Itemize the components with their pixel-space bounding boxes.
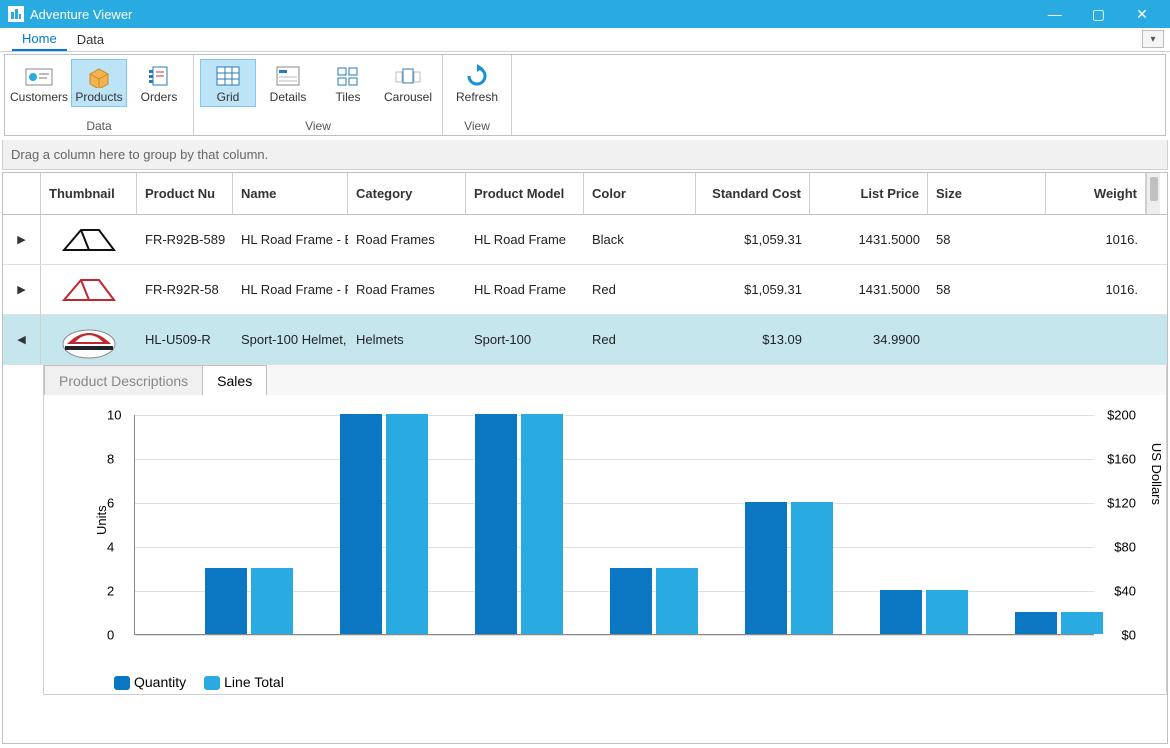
product-number-cell: HL-U509-R <box>137 315 233 364</box>
list-price-cell: 34.9900 <box>810 315 928 364</box>
category-cell: Road Frames <box>348 265 466 314</box>
ribbon-group-view: Grid Details Tiles Carousel View <box>194 55 443 135</box>
ribbon-customers-button[interactable]: Customers <box>11 59 67 107</box>
col-name[interactable]: Name <box>233 173 348 214</box>
ribbon-products-button[interactable]: Products <box>71 59 127 107</box>
window-titlebar: Adventure Viewer — ▢ ✕ <box>0 0 1170 28</box>
weight-cell: 1016. <box>1046 265 1146 314</box>
col-size[interactable]: Size <box>928 173 1046 214</box>
products-icon <box>81 62 117 90</box>
grid-header-row: Thumbnail Product Nu Name Category Produ… <box>3 173 1167 215</box>
model-cell: Sport-100 <box>466 315 584 364</box>
tab-data[interactable]: Data <box>67 28 114 51</box>
window-title: Adventure Viewer <box>30 7 1035 22</box>
ribbon-group-label-view: View <box>305 119 331 133</box>
col-standard-cost[interactable]: Standard Cost <box>696 173 810 214</box>
app-icon <box>8 6 24 22</box>
close-button[interactable]: ✕ <box>1122 6 1162 23</box>
table-row[interactable]: ▶ FR-R92B-589HL Road Frame - BRoad Frames… <box>3 215 1167 265</box>
color-cell: Red <box>584 315 696 364</box>
table-row[interactable]: ▶ FR-R92R-58HL Road Frame - RRoad FramesH… <box>3 265 1167 315</box>
weight-cell <box>1046 315 1146 364</box>
category-cell: Helmets <box>348 315 466 364</box>
thumbnail-cell <box>41 315 137 364</box>
product-number-cell: FR-R92R-58 <box>137 265 233 314</box>
weight-cell: 1016. <box>1046 215 1146 264</box>
size-cell: 58 <box>928 215 1046 264</box>
col-category[interactable]: Category <box>348 173 466 214</box>
ribbon-carousel-button[interactable]: Carousel <box>380 59 436 107</box>
row-detail-panel: Product Descriptions Sales Units US Doll… <box>43 365 1167 695</box>
thumbnail-cell <box>41 265 137 314</box>
sales-chart: Units US Dollars 0$02$404$806$1208$16010… <box>44 395 1166 694</box>
model-cell: HL Road Frame <box>466 215 584 264</box>
maximize-button[interactable]: ▢ <box>1078 6 1118 23</box>
minimize-button[interactable]: — <box>1035 6 1075 22</box>
legend-swatch-linetotal <box>204 676 220 690</box>
name-cell: HL Road Frame - R <box>233 265 348 314</box>
category-cell: Road Frames <box>348 215 466 264</box>
name-cell: HL Road Frame - B <box>233 215 348 264</box>
cost-cell: $1,059.31 <box>696 265 810 314</box>
col-list-price[interactable]: List Price <box>810 173 928 214</box>
ribbon-group-label-refresh: View <box>464 119 490 133</box>
row-expander[interactable]: ▶ <box>3 215 41 264</box>
col-thumbnail[interactable]: Thumbnail <box>41 173 137 214</box>
tab-product-descriptions[interactable]: Product Descriptions <box>44 365 203 395</box>
grid-icon <box>210 62 246 90</box>
ribbon-tiles-button[interactable]: Tiles <box>320 59 376 107</box>
model-cell: HL Road Frame <box>466 265 584 314</box>
list-price-cell: 1431.5000 <box>810 265 928 314</box>
refresh-icon <box>459 62 495 90</box>
table-row[interactable]: ◀ HL-U509-RSport-100 Helmet,HelmetsSport-… <box>3 315 1167 365</box>
customers-icon <box>21 62 57 90</box>
ribbon-group-refresh: Refresh View <box>443 55 512 135</box>
name-cell: Sport-100 Helmet, <box>233 315 348 364</box>
details-icon <box>270 62 306 90</box>
color-cell: Red <box>584 265 696 314</box>
carousel-icon <box>390 62 426 90</box>
main-tabstrip: Home Data ▾ <box>0 28 1170 52</box>
row-expander[interactable]: ◀ <box>3 315 41 364</box>
cost-cell: $1,059.31 <box>696 215 810 264</box>
ribbon-refresh-button[interactable]: Refresh <box>449 59 505 107</box>
vertical-scrollbar[interactable] <box>1146 173 1160 214</box>
legend-swatch-quantity <box>114 676 130 690</box>
tab-sales[interactable]: Sales <box>202 365 267 395</box>
ribbon-grid-button[interactable]: Grid <box>200 59 256 107</box>
product-number-cell: FR-R92B-589 <box>137 215 233 264</box>
tiles-icon <box>330 62 366 90</box>
color-cell: Black <box>584 215 696 264</box>
ribbon: Customers Products Orders Data Grid Deta… <box>4 54 1166 136</box>
ribbon-group-data: Customers Products Orders Data <box>5 55 194 135</box>
chart-legend: Quantity Line Total <box>114 674 284 690</box>
group-by-bar[interactable]: Drag a column here to group by that colu… <box>2 140 1168 170</box>
cost-cell: $13.09 <box>696 315 810 364</box>
thumbnail-cell <box>41 215 137 264</box>
ribbon-dropdown[interactable]: ▾ <box>1142 30 1164 48</box>
col-color[interactable]: Color <box>584 173 696 214</box>
col-product-number[interactable]: Product Nu <box>137 173 233 214</box>
tab-home[interactable]: Home <box>12 28 67 51</box>
orders-icon <box>141 62 177 90</box>
data-grid: Thumbnail Product Nu Name Category Produ… <box>2 172 1168 744</box>
y-axis-right-label: US Dollars <box>1149 443 1164 505</box>
list-price-cell: 1431.5000 <box>810 215 928 264</box>
size-cell: 58 <box>928 265 1046 314</box>
col-weight[interactable]: Weight <box>1046 173 1146 214</box>
expand-column-header <box>3 173 41 214</box>
size-cell <box>928 315 1046 364</box>
ribbon-details-button[interactable]: Details <box>260 59 316 107</box>
ribbon-orders-button[interactable]: Orders <box>131 59 187 107</box>
col-model[interactable]: Product Model <box>466 173 584 214</box>
ribbon-group-label-data: Data <box>86 119 111 133</box>
row-expander[interactable]: ▶ <box>3 265 41 314</box>
